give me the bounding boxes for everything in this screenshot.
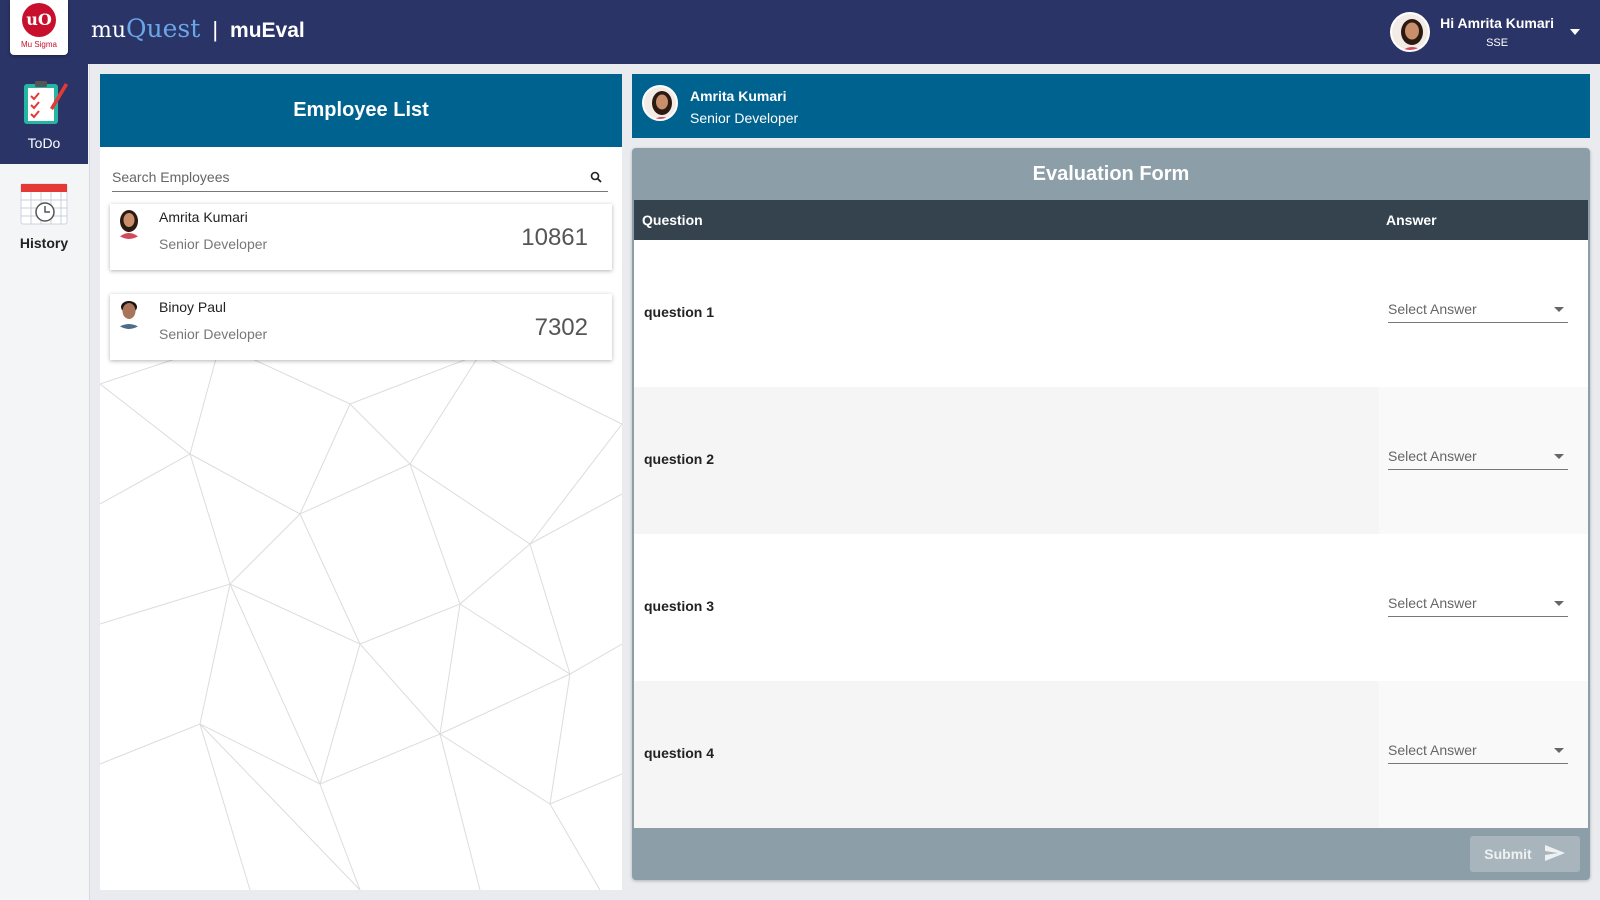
logo-mark: uO <box>22 3 56 37</box>
question-text: question 4 <box>644 745 715 761</box>
top-app-bar: uO Mu Sigma mu Quest | muEval Hi Amrita … <box>0 0 1600 64</box>
answer-select-value: Select Answer <box>1388 742 1477 758</box>
brand-title: mu Quest | muEval <box>91 14 305 48</box>
employee-id: 10861 <box>521 224 588 251</box>
selected-employee-title: Senior Developer <box>690 110 799 126</box>
sidebar-item-label: ToDo <box>27 134 61 151</box>
question-text: question 3 <box>644 598 715 614</box>
chevron-down-icon <box>1554 454 1564 459</box>
user-greeting: Hi Amrita Kumari <box>1440 15 1554 31</box>
avatar <box>642 85 678 121</box>
column-header-answer: Answer <box>1386 212 1437 228</box>
sidebar-item-label: History <box>19 234 69 251</box>
answer-select-value: Select Answer <box>1388 448 1477 464</box>
table-row: question 3 Select Answer <box>634 534 1588 681</box>
employee-name: Binoy Paul <box>159 299 226 315</box>
search-icon[interactable] <box>590 170 602 188</box>
question-text: question 2 <box>644 451 715 467</box>
calendar-clock-icon <box>19 178 69 231</box>
answer-select[interactable]: Select Answer <box>1388 736 1568 764</box>
employee-list-panel: Employee List Amrita Kumari Senior Devel… <box>100 74 622 890</box>
sidebar-item-todo[interactable]: ToDo <box>0 64 88 164</box>
sidebar: ToDo History <box>0 64 90 900</box>
selected-employee-name: Amrita Kumari <box>690 88 787 104</box>
logo-text: Mu Sigma <box>20 40 57 49</box>
employee-card[interactable]: Binoy Paul Senior Developer 7302 <box>110 294 612 360</box>
answer-select[interactable]: Select Answer <box>1388 442 1568 470</box>
answer-select[interactable]: Select Answer <box>1388 295 1568 323</box>
table-row: question 1 Select Answer <box>634 240 1588 387</box>
table-row: question 4 Select Answer <box>634 681 1588 828</box>
chevron-down-icon <box>1554 307 1564 312</box>
chevron-down-icon[interactable] <box>1570 29 1580 35</box>
mu-sigma-logo[interactable]: uO Mu Sigma <box>10 0 68 55</box>
brand-mu: mu <box>91 18 127 43</box>
selected-employee-header: Amrita Kumari Senior Developer <box>632 74 1590 138</box>
user-info: Hi Amrita Kumari SSE <box>1440 15 1554 49</box>
answer-select-value: Select Answer <box>1388 301 1477 317</box>
user-avatar <box>1390 12 1431 52</box>
brand-separator: | <box>212 17 219 42</box>
user-role: SSE <box>1486 37 1509 49</box>
evaluation-form: Evaluation Form Question Answer question… <box>632 148 1590 880</box>
clipboard-check-icon <box>20 78 68 131</box>
submit-label: Submit <box>1484 846 1532 862</box>
employee-name: Amrita Kumari <box>159 209 248 225</box>
send-icon <box>1532 844 1566 865</box>
answer-select[interactable]: Select Answer <box>1388 589 1568 617</box>
employee-title: Senior Developer <box>159 236 268 252</box>
submit-button[interactable]: Submit <box>1470 836 1580 872</box>
user-menu[interactable]: Hi Amrita Kumari SSE <box>1390 8 1580 56</box>
app-name: muEval <box>230 19 305 42</box>
employee-id: 7302 <box>534 314 588 341</box>
employee-title: Senior Developer <box>159 326 268 342</box>
chevron-down-icon <box>1554 601 1564 606</box>
table-header: Question Answer <box>634 200 1588 240</box>
brand-quest: Quest <box>126 14 201 43</box>
form-title: Evaluation Form <box>1032 162 1190 185</box>
employee-list-title: Employee List <box>100 74 622 147</box>
employee-card[interactable]: Amrita Kumari Senior Developer 10861 <box>110 204 612 270</box>
avatar <box>113 297 145 329</box>
search-input[interactable] <box>112 168 572 185</box>
question-text: question 1 <box>644 304 715 320</box>
table-row: question 2 Select Answer <box>634 387 1588 534</box>
chevron-down-icon <box>1554 748 1564 753</box>
network-background <box>100 344 622 890</box>
employee-search <box>112 162 608 192</box>
question-rows: question 1 Select Answer question 2 Sele… <box>634 240 1588 828</box>
answer-select-value: Select Answer <box>1388 595 1477 611</box>
avatar <box>113 207 145 239</box>
sidebar-item-history[interactable]: History <box>0 164 88 264</box>
column-header-question: Question <box>642 212 703 228</box>
